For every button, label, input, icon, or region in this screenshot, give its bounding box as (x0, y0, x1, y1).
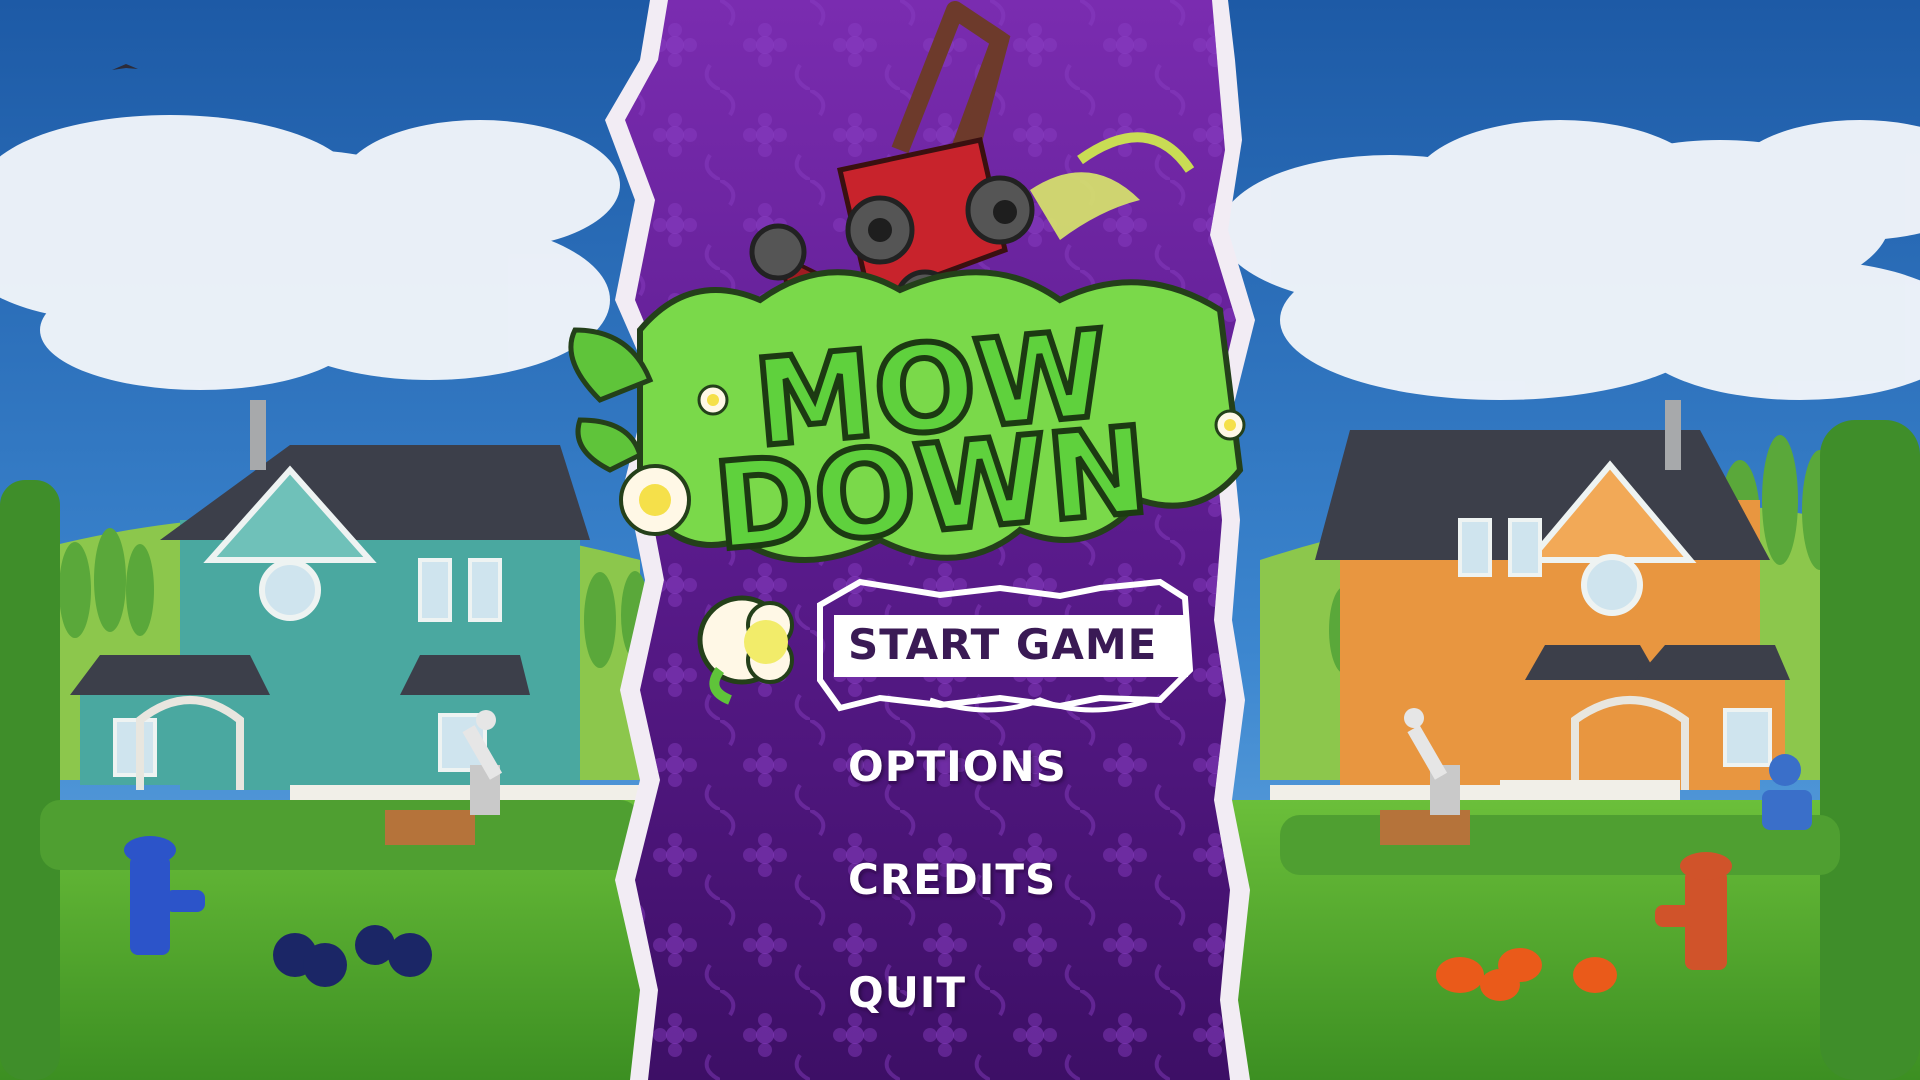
credits-button[interactable]: CREDITS (848, 855, 1056, 904)
flower-icon (619, 464, 691, 536)
small-flower-icon (1214, 409, 1246, 441)
start-game-button[interactable]: START GAME (848, 620, 1157, 669)
bench-right (1380, 810, 1470, 845)
small-flower-icon (697, 384, 729, 416)
options-button[interactable]: OPTIONS (848, 742, 1067, 791)
main-menu-scene: MOW DOWN (0, 0, 1920, 1080)
game-logo: MOW DOWN (568, 269, 1246, 581)
bench-left (385, 810, 475, 845)
quit-button[interactable]: QUIT (848, 968, 966, 1017)
